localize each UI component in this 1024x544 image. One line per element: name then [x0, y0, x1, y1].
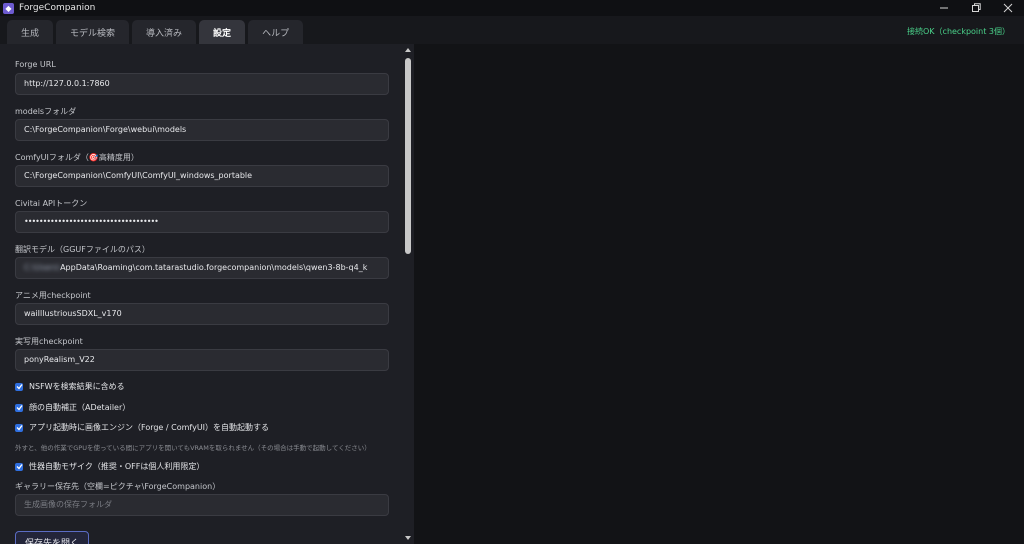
scroll-up-icon[interactable] — [405, 48, 411, 52]
translation-model-label: 翻訳モデル（GGUFファイルのパス） — [15, 245, 150, 254]
maximize-icon[interactable] — [960, 0, 992, 16]
tab-help[interactable]: ヘルプ — [248, 20, 304, 44]
connection-status: 接続OK（checkpoint 3個） — [907, 27, 1010, 36]
civitai-token-label: Civitai APIトークン — [15, 199, 88, 208]
checkbox-checked-icon[interactable] — [15, 462, 23, 471]
adetailer-checkbox-row[interactable]: 顔の自動補正（ADetailer） — [15, 402, 130, 413]
real-checkpoint-label: 実写用checkpoint — [15, 337, 83, 346]
tab-settings[interactable]: 設定 — [199, 20, 246, 44]
settings-panel: Forge URL http://127.0.0.1:7860 modelsフォ… — [0, 44, 402, 544]
title-bar: ◆ ForgeCompanion — [0, 0, 1024, 16]
real-checkpoint-input[interactable]: ponyRealism_V22 — [15, 349, 389, 371]
gallery-folder-input[interactable]: 生成画像の保存フォルダ — [15, 494, 389, 516]
anime-checkpoint-label: アニメ用checkpoint — [15, 291, 91, 300]
checkbox-checked-icon[interactable] — [15, 403, 23, 412]
nsfw-checkbox-label: NSFWを検索結果に含める — [29, 382, 125, 391]
tab-bar: 生成 モデル検索 導入済み 設定 ヘルプ 接続OK（checkpoint 3個） — [0, 16, 1024, 44]
tab-installed[interactable]: 導入済み — [132, 20, 197, 44]
autostart-hint: 外すと、他の作業でGPUを使っている間にアプリを開いてもVRAMを取られません（… — [15, 444, 371, 452]
civitai-token-input[interactable]: •••••••••••••••••••••••••••••••••••• — [15, 211, 389, 233]
scrollbar-thumb[interactable] — [405, 58, 411, 254]
app-title: ForgeCompanion — [19, 3, 96, 13]
tab-model-search[interactable]: モデル検索 — [56, 20, 130, 44]
gallery-folder-label: ギャラリー保存先（空欄=ピクチャ\ForgeCompanion） — [15, 482, 221, 491]
empty-content-area — [414, 44, 1024, 544]
close-icon[interactable] — [992, 0, 1024, 16]
models-folder-input[interactable]: C:\ForgeCompanion\Forge\webui\models — [15, 119, 389, 141]
tabs: 生成 モデル検索 導入済み 設定 ヘルプ — [7, 20, 304, 44]
forge-url-label: Forge URL — [15, 60, 56, 69]
mosaic-checkbox-row[interactable]: 性器自動モザイク（推奨・OFFは個人利用限定） — [15, 461, 204, 472]
open-folder-button[interactable]: 保存先を開く — [15, 531, 89, 544]
autostart-checkbox-label: アプリ起動時に画像エンジン（Forge / ComfyUI）を自動起動する — [29, 423, 270, 432]
comfyui-folder-label: ComfyUIフォルダ（🎯高精度用） — [15, 153, 139, 162]
tab-generate[interactable]: 生成 — [7, 20, 54, 44]
adetailer-checkbox-label: 顔の自動補正（ADetailer） — [29, 403, 131, 412]
autostart-checkbox-row[interactable]: アプリ起動時に画像エンジン（Forge / ComfyUI）を自動起動する — [15, 422, 269, 433]
models-folder-label: modelsフォルダ — [15, 107, 77, 116]
nsfw-checkbox-row[interactable]: NSFWを検索結果に含める — [15, 381, 125, 392]
panel-scrollbar[interactable] — [402, 44, 414, 544]
redacted-path-part: C:\Users\ — [24, 263, 61, 272]
comfyui-folder-input[interactable]: C:\ForgeCompanion\ComfyUI\ComfyUI_window… — [15, 165, 389, 187]
checkbox-checked-icon[interactable] — [15, 423, 23, 432]
forge-url-input[interactable]: http://127.0.0.1:7860 — [15, 73, 389, 95]
scroll-down-icon[interactable] — [405, 536, 411, 540]
mosaic-checkbox-label: 性器自動モザイク（推奨・OFFは個人利用限定） — [29, 462, 205, 471]
translation-model-path: AppData\Roaming\com.tatarastudio.forgeco… — [60, 263, 368, 272]
minimize-icon[interactable] — [928, 0, 960, 16]
app-logo-icon: ◆ — [3, 2, 14, 14]
checkbox-checked-icon[interactable] — [15, 382, 23, 391]
window-controls — [928, 0, 1024, 16]
translation-model-input[interactable]: C:\Users\AppData\Roaming\com.tatarastudi… — [15, 257, 389, 279]
anime-checkpoint-input[interactable]: waiIllustriousSDXL_v170 — [15, 303, 389, 325]
